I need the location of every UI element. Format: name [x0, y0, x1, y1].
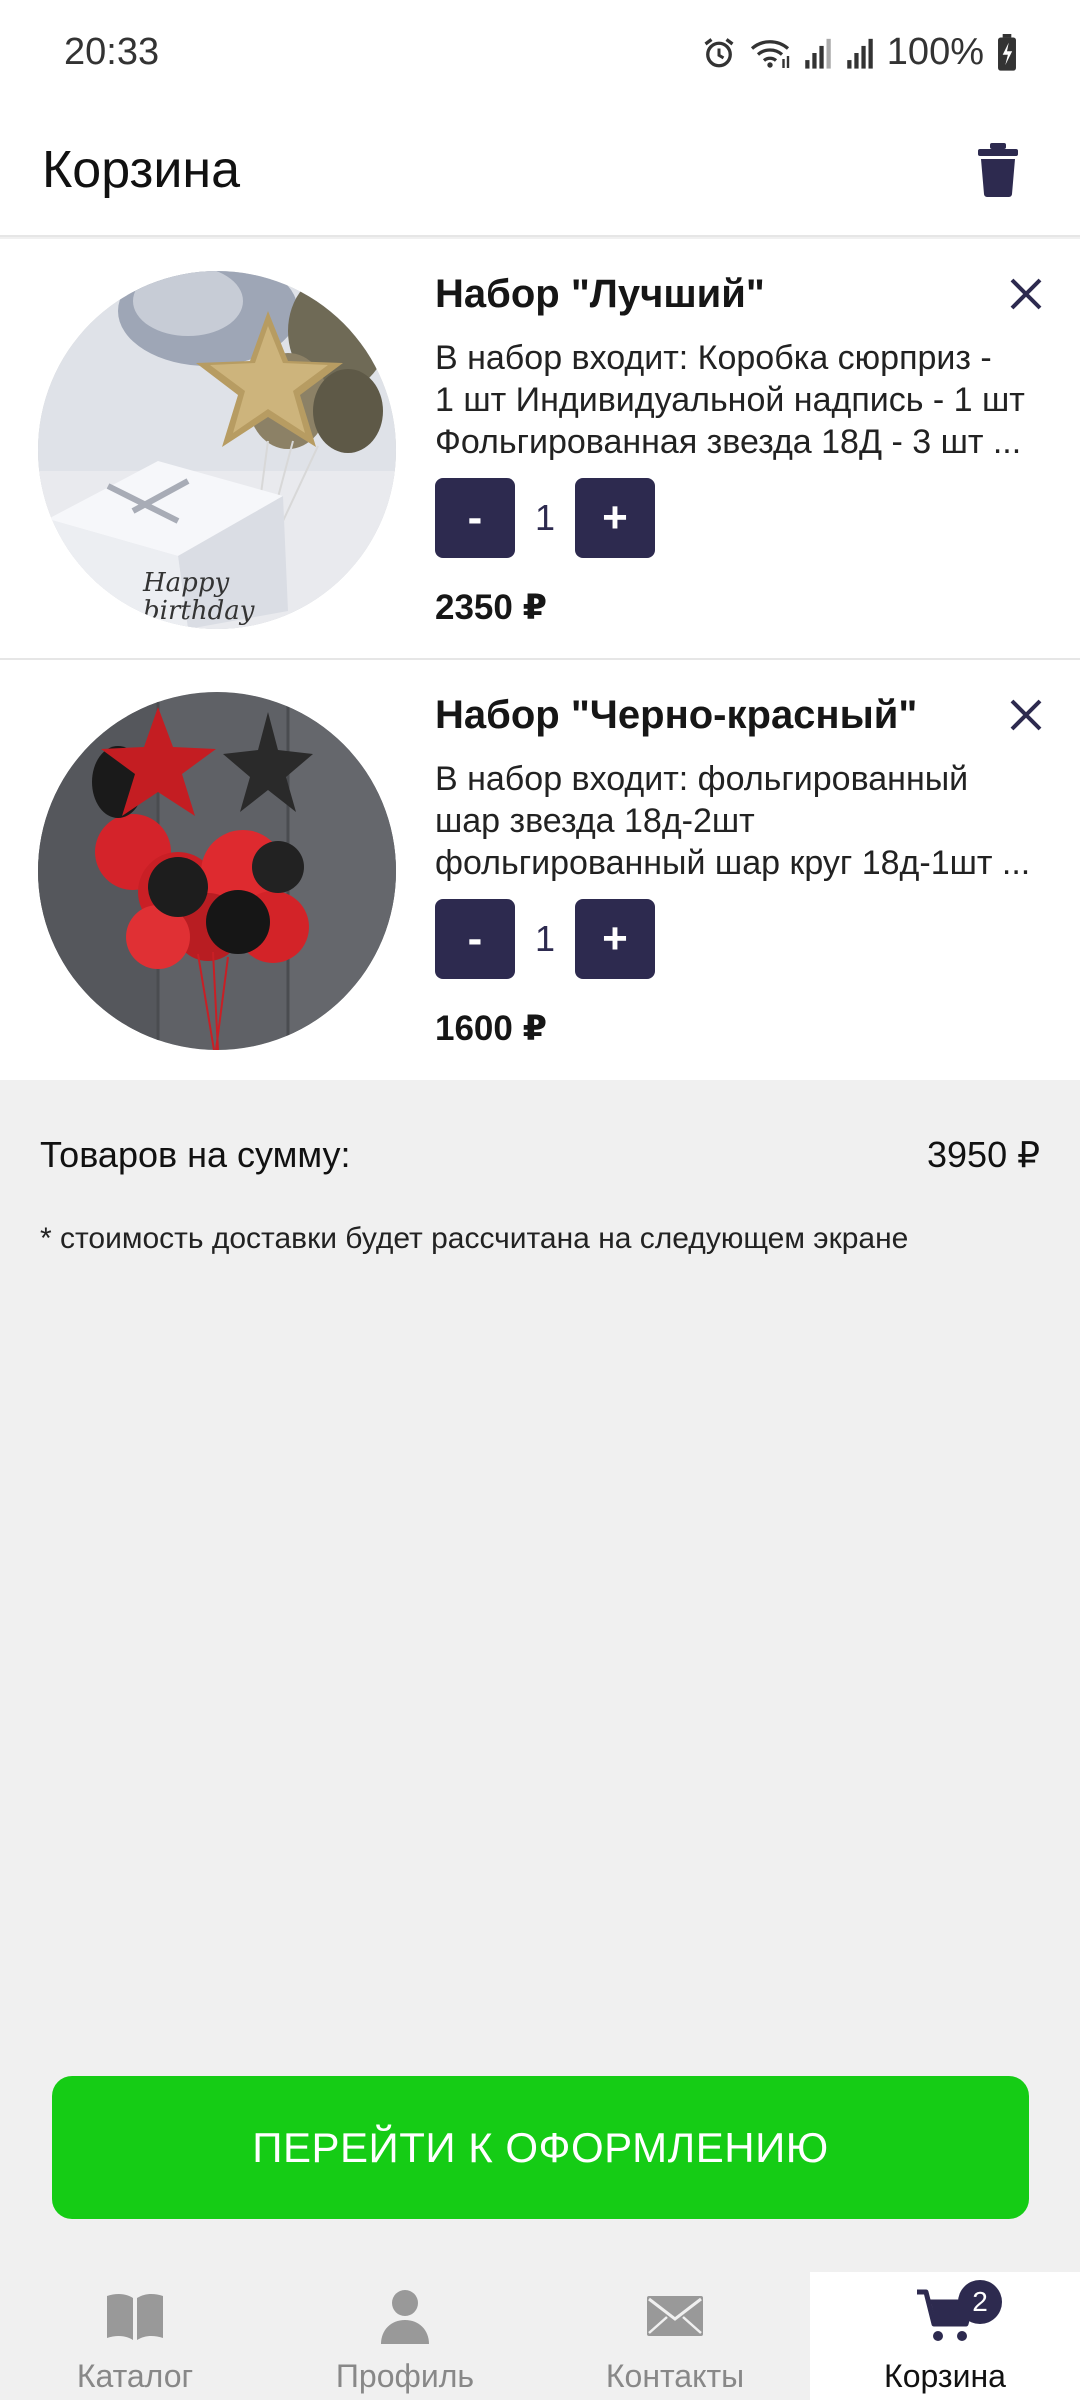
product-price: 1600 ₽ [435, 1009, 547, 1048]
product-description-line: В набор входит: Коробка сюрприз - [435, 339, 992, 377]
nav-label: Каталог [76, 2358, 194, 2394]
trash-icon [978, 143, 1018, 197]
close-icon [1010, 278, 1042, 310]
product-image[interactable]: Happy birthday [38, 271, 396, 629]
product-description-line: Фольгированная звезда 18Д - 3 шт ... [435, 423, 1022, 461]
nav-item-profile[interactable]: Профиль [270, 2272, 540, 2400]
cart-count-badge: 2 [958, 2280, 1002, 2324]
alarm-icon [704, 37, 734, 67]
delivery-note: * стоимость доставки будет рассчитана на… [40, 1222, 909, 1255]
nav-label: Контакты [605, 2358, 745, 2394]
battery-charging-icon [998, 33, 1016, 71]
signal-icon [847, 38, 873, 69]
product-description-line: шар звезда 18д-2шт [435, 802, 755, 840]
page-title: Корзина [42, 141, 241, 199]
summary-label: Товаров на сумму: [40, 1134, 351, 1175]
svg-text:birthday: birthday [143, 596, 255, 626]
nav-label: Профиль [335, 2358, 475, 2394]
bottom-nav: Каталог Профиль Контакты 2 Корзина [0, 2272, 1080, 2400]
product-description-line: фольгированный шар круг 18д-1шт ... [435, 844, 1031, 882]
person-icon [373, 2284, 437, 2348]
remove-item-button[interactable] [998, 266, 1054, 322]
cart-item-title-row: Набор "Черно-красный" [435, 682, 1050, 748]
product-price: 2350 ₽ [435, 588, 547, 627]
quantity-value: 1 [534, 918, 556, 959]
cart-list: Happy birthday Набор "Лучший" В набор вх… [0, 239, 1080, 1080]
cart-item: Набор "Черно-красный" В набор входит: фо… [0, 660, 1080, 1080]
product-title: Набор "Черно-красный" [435, 692, 918, 737]
status-icons: 100% [701, 31, 1018, 74]
status-bar: 20:33 100% [0, 0, 1080, 105]
svg-text:Happy: Happy [142, 568, 229, 598]
cart-screen: 20:33 100% Корзина Happy birthday Набор … [0, 0, 1080, 2400]
product-description-line: 1 шт Индивидуальной надпись - 1 шт [435, 381, 1025, 419]
quantity-value: 1 [534, 497, 556, 538]
quantity-stepper: - 1 + [435, 899, 1050, 979]
quantity-stepper: - 1 + [435, 478, 1050, 558]
decrease-quantity-button[interactable]: - [435, 899, 515, 979]
nav-item-contacts[interactable]: Контакты [540, 2272, 810, 2400]
summary-row: Товаров на сумму: 3950 ₽ [40, 1080, 1040, 1230]
signal-icon [805, 38, 831, 69]
cart-item-title-row: Набор "Лучший" [435, 261, 1050, 327]
product-title: Набор "Лучший" [435, 271, 765, 316]
wifi-icon [750, 39, 789, 68]
close-icon [1010, 699, 1042, 731]
clear-cart-button[interactable] [968, 134, 1028, 206]
product-image[interactable] [38, 692, 396, 1050]
cart-item-body: Набор "Черно-красный" В набор входит: фо… [435, 682, 1050, 1049]
summary-total: 3950 ₽ [927, 1134, 1040, 1175]
battery-percent: 100% [886, 31, 984, 73]
product-image-red-black-balloons [38, 692, 396, 1050]
product-description-line: В набор входит: фольгированный [435, 760, 969, 798]
product-description: В набор входит: фольгированный шар звезд… [435, 758, 1050, 884]
product-image-balloons-box: Happy birthday [38, 271, 396, 629]
book-icon [103, 2284, 167, 2348]
nav-label: Корзина [884, 2358, 1006, 2394]
product-description: В набор входит: Коробка сюрприз - 1 шт И… [435, 337, 1050, 463]
increase-quantity-button[interactable]: + [575, 899, 655, 979]
checkout-button[interactable]: ПЕРЕЙТИ К ОФОРМЛЕНИЮ [52, 2076, 1029, 2219]
cart-item-body: Набор "Лучший" В набор входит: Коробка с… [435, 261, 1050, 628]
envelope-icon [643, 2284, 707, 2348]
remove-item-button[interactable] [998, 687, 1054, 743]
increase-quantity-button[interactable]: + [575, 478, 655, 558]
nav-item-catalog[interactable]: Каталог [0, 2272, 270, 2400]
decrease-quantity-button[interactable]: - [435, 478, 515, 558]
nav-item-cart[interactable]: 2 Корзина [810, 2272, 1080, 2400]
cart-summary: Товаров на сумму: 3950 ₽ * стоимость дос… [0, 1080, 1080, 1256]
status-time: 20:33 [64, 31, 160, 73]
app-bar: Корзина [0, 105, 1080, 237]
cart-item: Happy birthday Набор "Лучший" В набор вх… [0, 239, 1080, 660]
